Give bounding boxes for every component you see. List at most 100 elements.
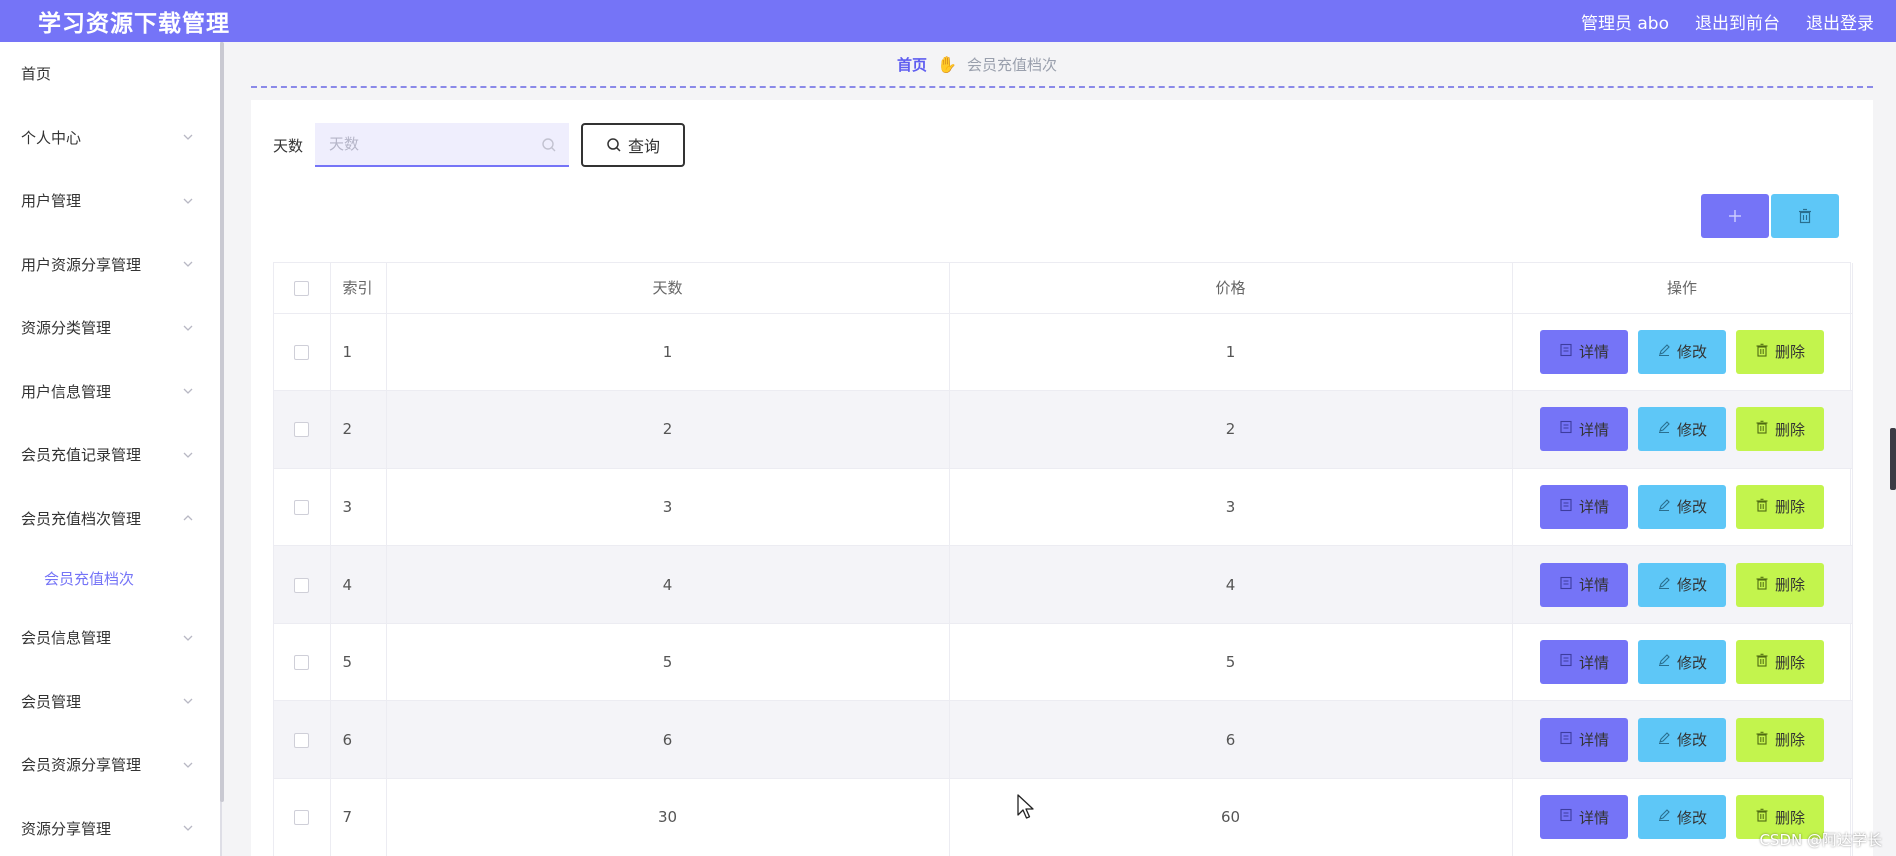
breadcrumb-home[interactable]: 首页 [897,54,927,75]
delete-button[interactable]: 删除 [1736,717,1824,762]
pencil-icon [1657,808,1671,826]
mouse-cursor-icon [1017,794,1034,819]
table-row: 6 6 6 详情 修改 删除 [274,700,1853,780]
row-checkbox[interactable] [294,732,310,748]
edit-button-label: 修改 [1676,808,1707,827]
delete-button[interactable]: 删除 [1736,562,1824,607]
cell-actions: 详情 修改 删除 [1512,700,1853,780]
delete-button[interactable]: 删除 [1736,484,1824,529]
back-to-front-link[interactable]: 退出到前台 [1695,9,1780,34]
search-bar: 天数 查询 [273,122,686,168]
sidebar-item[interactable]: 用户资源分享管理 [0,233,220,297]
detail-button[interactable]: 详情 [1540,329,1628,374]
cell-price: 5 [949,623,1513,702]
detail-button[interactable]: 详情 [1540,640,1628,685]
detail-button-label: 详情 [1578,576,1609,595]
trash-icon [1755,576,1769,594]
sidebar-item[interactable]: 会员管理 [0,670,220,734]
sidebar-item[interactable]: 会员充值档次管理 [0,487,220,551]
edit-button-label: 修改 [1676,653,1707,672]
edit-button-label: 修改 [1676,420,1707,439]
cell-days: 6 [386,700,950,780]
select-cell [274,545,331,624]
delete-button[interactable]: 删除 [1736,329,1824,374]
sidebar-scrollbar[interactable] [220,42,224,802]
sidebar-item[interactable]: 用户管理 [0,169,220,233]
select-cell [274,700,331,780]
select-cell [274,778,331,856]
cell-index: 5 [330,623,387,702]
table-row: 5 5 5 详情 修改 删除 [274,623,1853,702]
detail-button[interactable]: 详情 [1540,407,1628,452]
sidebar-item[interactable]: 用户信息管理 [0,360,220,424]
delete-button-label: 删除 [1774,498,1805,517]
edit-button[interactable]: 修改 [1638,484,1726,529]
add-button[interactable] [1701,194,1769,238]
delete-button-label: 删除 [1774,808,1805,827]
edit-button[interactable]: 修改 [1638,562,1726,607]
sidebar-item[interactable]: 个人中心 [0,106,220,170]
batch-delete-button[interactable] [1771,194,1839,238]
edit-button[interactable]: 修改 [1638,795,1726,840]
app-title: 学习资源下载管理 [38,11,230,37]
select-all-checkbox[interactable] [294,280,310,296]
logout-link[interactable]: 退出登录 [1806,9,1874,34]
delete-button-label: 删除 [1774,653,1805,672]
sidebar-item[interactable]: 首页 [0,42,220,106]
sidebar-subitem-active[interactable]: 会员充值档次 [0,550,220,606]
document-icon [1559,576,1573,594]
cell-days: 5 [386,623,950,702]
row-checkbox[interactable] [294,422,310,438]
days-search-input[interactable] [329,135,520,153]
chevron-down-icon [180,193,196,209]
trash-icon [1755,343,1769,361]
edit-button[interactable]: 修改 [1638,717,1726,762]
cell-actions: 详情 修改 删除 [1512,468,1853,547]
breadcrumb: 首页 ✋ 会员充值档次 [251,42,1873,88]
edit-button[interactable]: 修改 [1638,329,1726,374]
delete-button[interactable]: 删除 [1736,407,1824,452]
detail-button[interactable]: 详情 [1540,484,1628,529]
edit-button-label: 修改 [1676,343,1707,362]
delete-button[interactable]: 删除 [1736,640,1824,685]
pencil-icon [1657,498,1671,516]
cell-price: 3 [949,468,1513,547]
detail-button[interactable]: 详情 [1540,562,1628,607]
cell-days: 3 [386,468,950,547]
sidebar-item-label: 会员信息管理 [21,629,112,648]
edit-button[interactable]: 修改 [1638,407,1726,452]
query-button[interactable]: 查询 [581,123,686,167]
sidebar-item[interactable]: 会员充值记录管理 [0,423,220,487]
trash-icon [1755,731,1769,749]
top-bar: 学习资源下载管理 管理员 abo 退出到前台 退出登录 [0,0,1896,42]
row-checkbox[interactable] [294,655,310,671]
column-header-price: 价格 [949,263,1513,314]
cell-index: 4 [330,545,387,624]
detail-button[interactable]: 详情 [1540,717,1628,762]
page-scrollbar[interactable] [1890,428,1896,490]
pencil-icon [1657,343,1671,361]
detail-button[interactable]: 详情 [1540,795,1628,840]
search-icon [607,138,621,152]
chevron-down-icon [180,820,196,836]
row-checkbox[interactable] [294,499,310,515]
row-checkbox[interactable] [294,577,310,593]
row-checkbox[interactable] [294,810,310,826]
sidebar-item[interactable]: 资源分类管理 [0,296,220,360]
table-row: 3 3 3 详情 修改 删除 [274,468,1853,547]
trash-icon [1755,808,1769,826]
cell-price: 1 [949,313,1513,392]
sidebar-item[interactable]: 会员信息管理 [0,606,220,670]
pencil-icon [1657,420,1671,438]
select-cell [274,468,331,547]
cell-index: 3 [330,468,387,547]
sidebar-item[interactable]: 会员资源分享管理 [0,733,220,797]
edit-button-label: 修改 [1676,498,1707,517]
trash-icon [1799,208,1811,224]
data-table: 索引 天数 价格 操作 1 1 1 详情 修改 删除 2 2 2 详情 修改 删除 3 3 3 详情 修改 删除 4… [273,262,1853,856]
sidebar-item[interactable]: 资源分享管理 [0,797,220,856]
edit-button[interactable]: 修改 [1638,640,1726,685]
row-checkbox[interactable] [294,344,310,360]
sidebar-item-label: 个人中心 [21,128,82,147]
toolbar [1701,194,1839,238]
